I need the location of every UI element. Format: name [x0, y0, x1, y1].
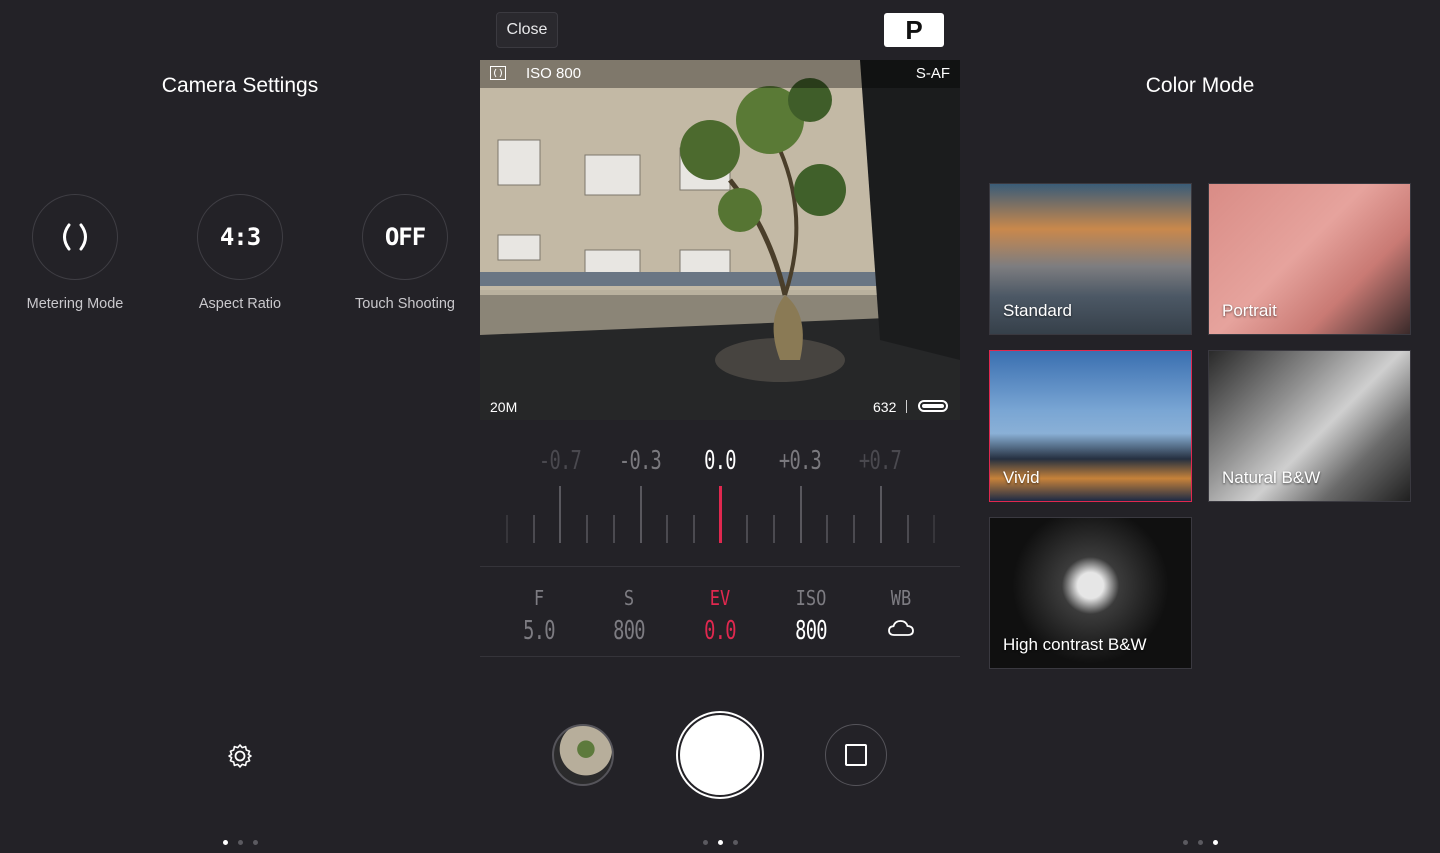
ev-tick — [880, 486, 882, 543]
page-indicator-center — [703, 840, 738, 845]
ev-param[interactable]: EV 0.0 — [680, 586, 760, 646]
color-mode-title: Color Mode — [1145, 74, 1255, 97]
color-mode-high-contrast-bw[interactable]: High contrast B&W — [989, 517, 1192, 669]
ev-tick — [640, 486, 642, 543]
shutter-speed-name: S — [623, 586, 635, 610]
color-mode-standard[interactable]: Standard — [989, 183, 1192, 335]
white-balance-param[interactable]: WB — [861, 586, 941, 643]
aspect-ratio-label: Aspect Ratio — [198, 296, 282, 312]
color-mode-label: Vivid — [1003, 468, 1040, 487]
ev-tick — [586, 515, 588, 543]
ev-tick — [933, 515, 935, 543]
close-button[interactable]: Close — [496, 12, 558, 48]
page-dot — [1213, 840, 1218, 845]
video-record-button[interactable] — [825, 724, 887, 786]
focus-mode-readout: S-AF — [915, 65, 950, 82]
square-icon — [845, 744, 867, 766]
page-indicator-right — [1183, 840, 1218, 845]
ev-value: 0.0 — [704, 616, 736, 646]
cloud-icon — [888, 620, 914, 636]
page-dot — [253, 840, 258, 845]
aperture-value: 5.0 — [523, 616, 555, 646]
iso-name: ISO — [795, 586, 827, 610]
page-dot — [718, 840, 723, 845]
metering-indicator-icon — [490, 66, 506, 80]
color-mode-label: Standard — [1003, 301, 1072, 320]
page-dot — [1198, 840, 1203, 845]
ev-label-plus-0-7: +0.7 — [858, 446, 902, 476]
metering-mode-setting[interactable]: Metering Mode — [0, 194, 150, 312]
page-dot — [1183, 840, 1188, 845]
metering-mode-label: Metering Mode — [26, 296, 124, 312]
ev-label-minus-0-3: -0.3 — [618, 446, 662, 476]
viewfinder[interactable]: ISO 800 S-AF 20M 632 — [480, 60, 960, 420]
iso-param[interactable]: ISO 800 — [771, 586, 851, 646]
color-mode-label: High contrast B&W — [1003, 635, 1147, 654]
aspect-ratio-button[interactable]: 4:3 — [197, 194, 283, 280]
shooting-mode-button[interactable]: P — [884, 13, 944, 47]
ev-label-minus-0-7: -0.7 — [538, 446, 582, 476]
metering-icon — [63, 223, 87, 251]
readout-separator — [906, 400, 907, 413]
color-mode-vivid[interactable]: Vivid — [989, 350, 1192, 502]
color-mode-portrait[interactable]: Portrait — [1208, 183, 1411, 335]
ev-tick — [666, 515, 668, 543]
ev-name: EV — [709, 586, 731, 610]
ev-tick — [559, 486, 561, 543]
touch-shooting-label: Touch Shooting — [355, 296, 455, 312]
page-dot — [703, 840, 708, 845]
page-dot — [733, 840, 738, 845]
ev-tick — [533, 515, 535, 543]
gear-icon[interactable] — [226, 742, 254, 770]
ev-tick — [907, 515, 909, 543]
ev-tick — [719, 486, 722, 543]
ev-tick — [746, 515, 748, 543]
ev-tick — [506, 515, 508, 543]
battery-icon — [918, 400, 948, 412]
ev-tick — [853, 515, 855, 543]
resolution-readout: 20M — [490, 399, 518, 415]
shots-remaining-readout: 632 — [873, 399, 897, 415]
page-dot — [223, 840, 228, 845]
viewfinder-scene — [480, 60, 960, 420]
white-balance-name: WB — [890, 586, 912, 610]
divider — [480, 656, 960, 657]
ev-tick — [826, 515, 828, 543]
divider — [480, 566, 960, 567]
ev-tick — [800, 486, 802, 543]
shutter-speed-param[interactable]: S 800 — [589, 586, 669, 646]
ev-tick — [613, 515, 615, 543]
page-indicator-left — [223, 840, 258, 845]
shutter-speed-value: 800 — [613, 616, 645, 646]
metering-mode-button[interactable] — [32, 194, 118, 280]
touch-shooting-setting[interactable]: OFF Touch Shooting — [330, 194, 480, 312]
ev-tick — [693, 515, 695, 543]
color-mode-natural-bw[interactable]: Natural B&W — [1208, 350, 1411, 502]
gallery-thumbnail[interactable] — [552, 724, 614, 786]
aspect-ratio-setting[interactable]: 4:3 Aspect Ratio — [165, 194, 315, 312]
page-dot — [238, 840, 243, 845]
ev-label-plus-0-3: +0.3 — [778, 446, 822, 476]
color-mode-label: Natural B&W — [1222, 468, 1321, 487]
iso-readout: ISO 800 — [526, 65, 582, 82]
aperture-name: F — [533, 586, 545, 610]
shutter-button[interactable] — [676, 711, 764, 799]
ev-label-zero: 0.0 — [704, 446, 736, 476]
camera-settings-title: Camera Settings — [161, 74, 319, 97]
ev-tick — [773, 515, 775, 543]
aperture-param[interactable]: F 5.0 — [499, 586, 579, 646]
iso-value: 800 — [795, 616, 827, 646]
touch-shooting-button[interactable]: OFF — [362, 194, 448, 280]
color-mode-label: Portrait — [1222, 301, 1277, 320]
